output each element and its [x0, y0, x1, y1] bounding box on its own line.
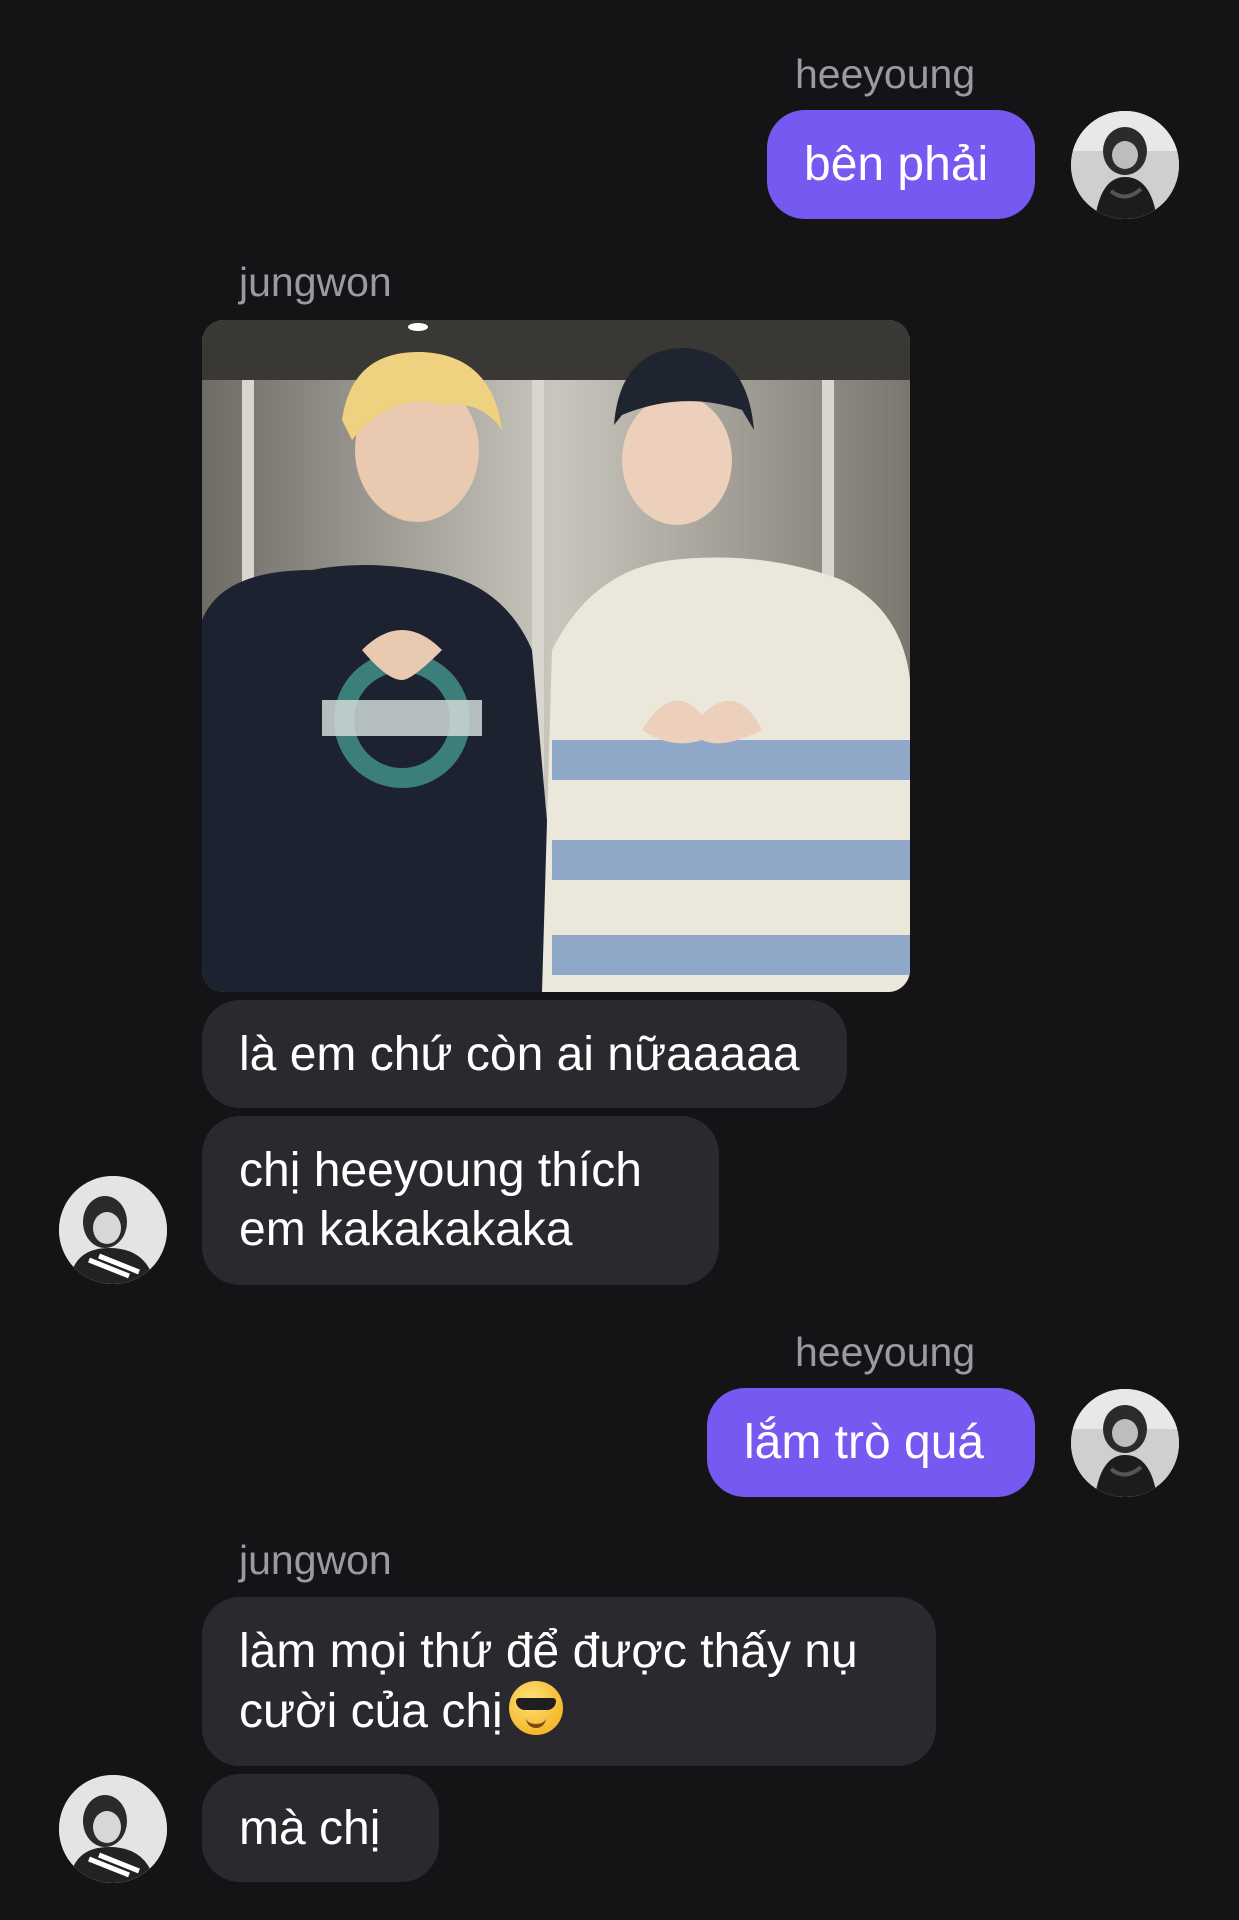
avatar-image [1071, 1389, 1179, 1497]
photo-image [202, 320, 910, 992]
message-text: mà chị [239, 1802, 381, 1855]
heeyoung-avatar[interactable] [1071, 111, 1179, 219]
jungwon-avatar[interactable] [59, 1176, 167, 1284]
sender-name: heeyoung [795, 1329, 976, 1375]
sender-name: jungwon [239, 1537, 392, 1583]
message-text: là em chứ còn ai nữaaaaa [239, 1028, 800, 1081]
sender-name: heeyoung [795, 51, 976, 97]
message-bubble[interactable]: làm mọi thứ để được thấy nụ cười của chị [202, 1597, 936, 1766]
message-text: bên phải [804, 138, 989, 191]
message-bubble[interactable]: lắm trò quá [707, 1388, 1035, 1497]
jungwon-avatar[interactable] [59, 1775, 167, 1883]
message-text: lắm trò quá [744, 1416, 985, 1469]
avatar-image [59, 1176, 167, 1284]
shared-photo[interactable] [202, 320, 910, 992]
sender-name: jungwon [239, 259, 392, 305]
message-text: chị heeyoung thích em kakakakaka [239, 1144, 642, 1256]
message-bubble[interactable]: là em chứ còn ai nữaaaaa [202, 1000, 847, 1108]
message-bubble[interactable]: bên phải [767, 110, 1035, 219]
avatar-image [1071, 111, 1179, 219]
message-bubble[interactable]: chị heeyoung thích em kakakakaka [202, 1116, 719, 1285]
avatar-image [59, 1775, 167, 1883]
heeyoung-avatar[interactable] [1071, 1389, 1179, 1497]
message-bubble[interactable]: mà chị [202, 1774, 439, 1882]
sunglasses-emoji-icon [508, 1681, 563, 1735]
